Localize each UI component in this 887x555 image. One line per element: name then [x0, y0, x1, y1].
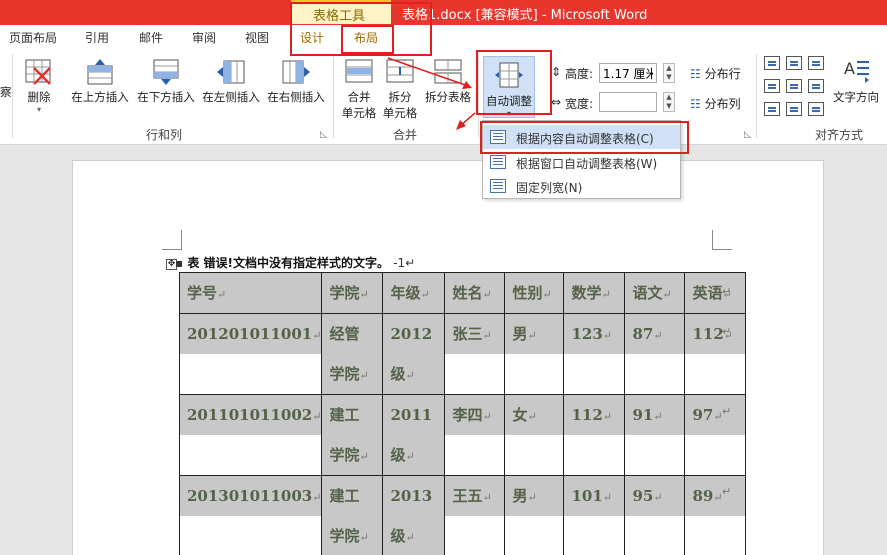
annotation-arrows: [387, 57, 476, 130]
annotation-arrow: [387, 57, 469, 87]
